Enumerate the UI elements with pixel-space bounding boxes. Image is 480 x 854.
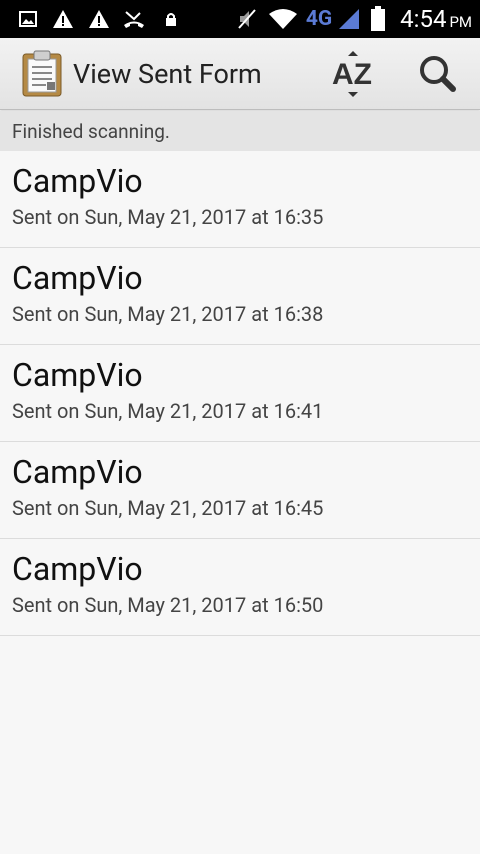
missed-call-icon [122,0,146,38]
action-bar: View Sent Form AZ [0,38,480,110]
list-item[interactable]: CampVio Sent on Sun, May 21, 2017 at 16:… [0,539,480,636]
clock-time: 4:54 [400,5,447,33]
page-title: View Sent Form [73,58,262,90]
form-sent-date: Sent on Sun, May 21, 2017 at 16:41 [12,399,324,423]
scan-status: Finished scanning. [0,111,480,151]
clipboard-icon[interactable] [20,50,66,98]
form-name: CampVio [12,356,143,394]
sort-az-label: AZ [332,58,372,91]
sort-az-icon: AZ [332,51,372,97]
list-item[interactable]: CampVio Sent on Sun, May 21, 2017 at 16:… [0,248,480,345]
form-name: CampVio [12,259,143,297]
clock: 4:54 PM [400,0,472,38]
warning-icon [52,0,74,38]
status-bar: 4G 4:54 PM [0,0,480,38]
wifi-icon [268,0,298,38]
form-name: CampVio [12,550,143,588]
form-name: CampVio [12,162,143,200]
clock-ampm: PM [449,13,472,31]
search-icon [420,56,456,92]
form-sent-date: Sent on Sun, May 21, 2017 at 16:38 [12,302,324,326]
search-button[interactable] [408,48,466,100]
signal-icon [336,0,362,38]
lock-icon [164,0,178,38]
form-name: CampVio [12,453,143,491]
mute-icon [236,0,258,38]
sent-form-list: CampVio Sent on Sun, May 21, 2017 at 16:… [0,151,480,636]
list-item[interactable]: CampVio Sent on Sun, May 21, 2017 at 16:… [0,345,480,442]
sort-az-button[interactable]: AZ [322,48,384,100]
battery-icon [368,0,388,38]
list-item[interactable]: CampVio Sent on Sun, May 21, 2017 at 16:… [0,442,480,539]
form-sent-date: Sent on Sun, May 21, 2017 at 16:50 [12,593,324,617]
image-icon [18,0,38,38]
list-item[interactable]: CampVio Sent on Sun, May 21, 2017 at 16:… [0,151,480,248]
warning-icon [88,0,110,38]
form-sent-date: Sent on Sun, May 21, 2017 at 16:35 [12,205,324,229]
form-sent-date: Sent on Sun, May 21, 2017 at 16:45 [12,496,324,520]
network-type: 4G [305,7,333,31]
